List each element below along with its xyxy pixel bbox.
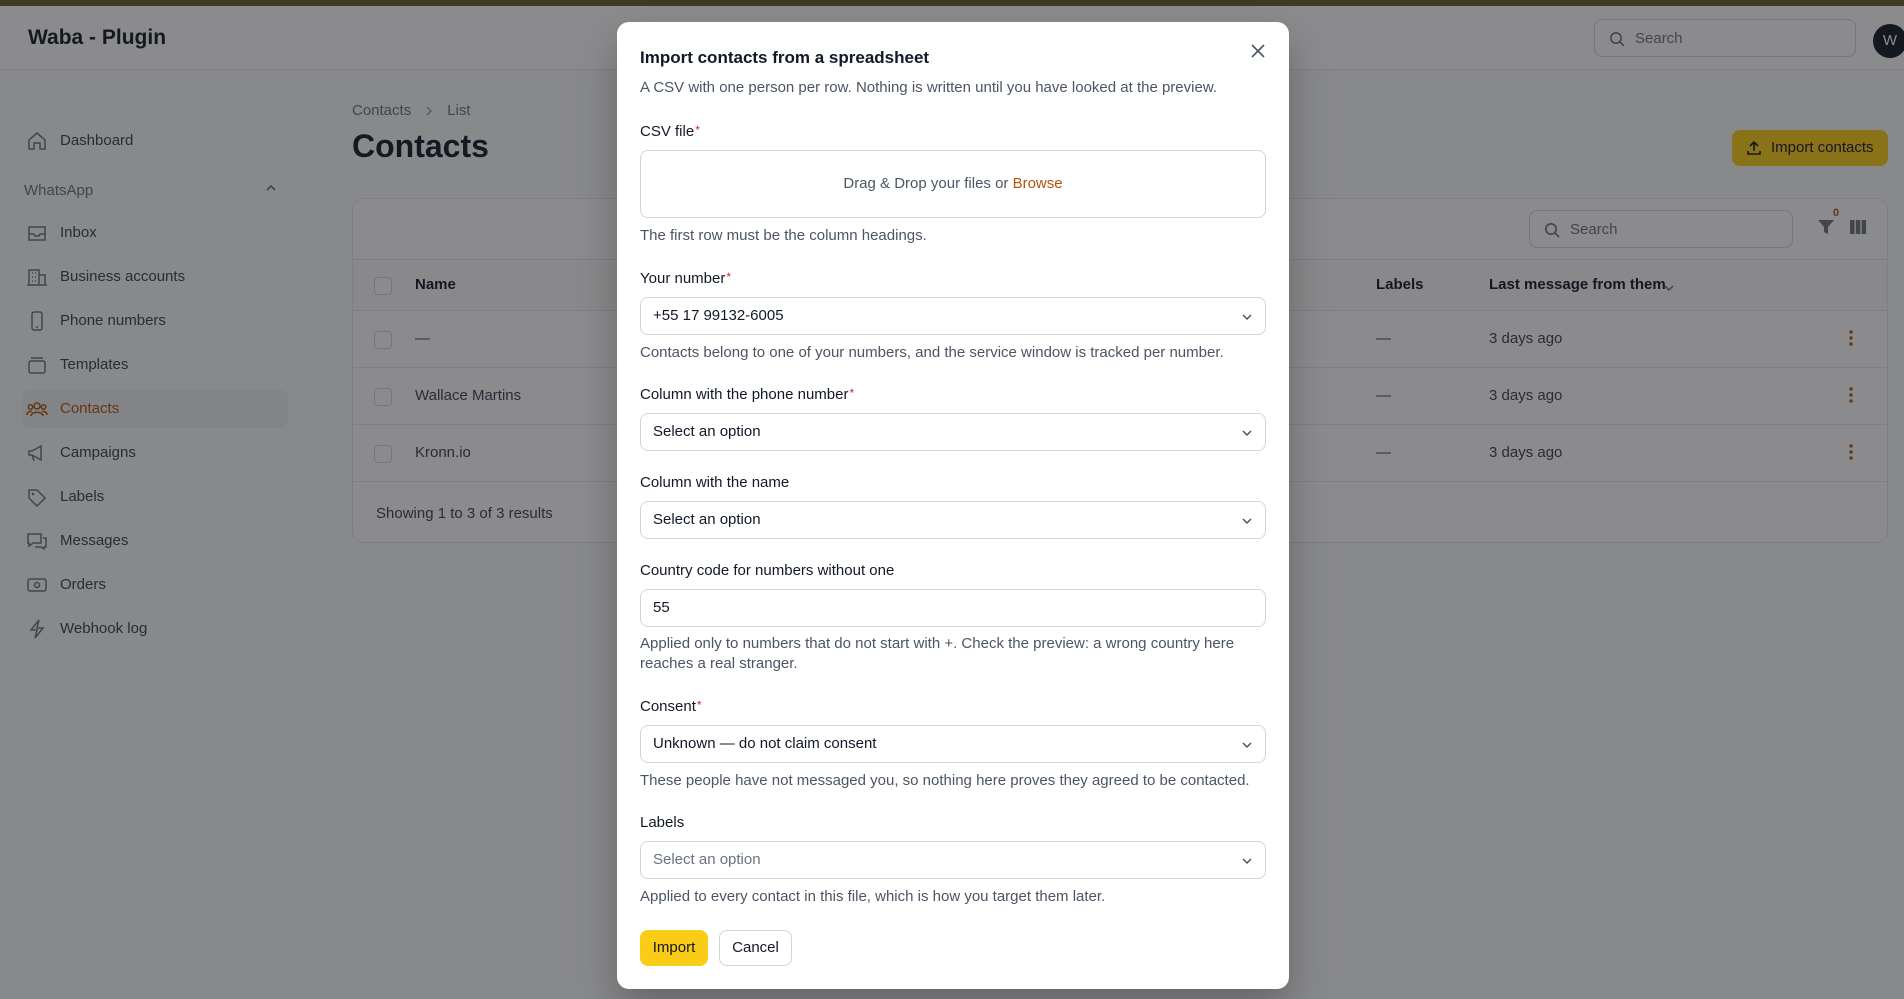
required-mark: * [695,123,700,137]
chevron-down-icon [1242,314,1252,321]
labels-placeholder: Select an option [653,851,761,868]
dropzone-text: Drag & Drop your files or [843,175,1009,192]
labels-hint: Applied to every contact in this file, w… [640,888,1106,905]
cancel-button[interactable]: Cancel [719,930,792,966]
your-number-label: Your number* [640,270,731,287]
import-contacts-modal: Import contacts from a spreadsheet A CSV… [617,22,1289,989]
labels-label: Labels [640,814,685,831]
csv-file-label-text: CSV file [640,123,695,140]
required-mark: * [726,270,732,284]
close-icon[interactable] [1249,42,1267,60]
your-number-value: +55 17 99132-6005 [653,307,784,324]
name-column-label: Column with the name [640,474,790,491]
consent-label: Consent* [640,698,702,715]
country-code-hint: Applied only to numbers that do not star… [640,635,1235,672]
csv-hint: The first row must be the column heading… [640,227,927,244]
country-code-label: Country code for numbers without one [640,562,895,579]
consent-hint: These people have not messaged you, so n… [640,772,1250,789]
phone-column-label: Column with the phone number* [640,386,854,403]
phone-column-label-text: Column with the phone number [640,386,849,403]
modal-description: A CSV with one person per row. Nothing i… [640,79,1217,96]
your-number-hint: Contacts belong to one of your numbers, … [640,344,1224,361]
modal-title: Import contacts from a spreadsheet [640,48,930,67]
name-column-value: Select an option [653,511,761,528]
your-number-select[interactable]: +55 17 99132-6005 [640,297,1266,335]
csv-file-dropzone[interactable]: Drag & Drop your files or Browse [640,150,1266,218]
chevron-down-icon [1242,518,1252,525]
required-mark: * [849,386,855,400]
import-button[interactable]: Import [640,930,708,966]
consent-select[interactable]: Unknown — do not claim consent [640,725,1266,763]
country-code-value: 55 [653,599,670,616]
your-number-label-text: Your number [640,270,726,287]
chevron-down-icon [1242,858,1252,865]
required-mark: * [696,698,702,712]
chevron-down-icon [1242,430,1252,437]
browse-link[interactable]: Browse [1013,175,1063,192]
csv-file-label: CSV file* [640,123,700,140]
country-code-input[interactable]: 55 [640,589,1266,627]
consent-value: Unknown — do not claim consent [653,735,877,752]
phone-column-value: Select an option [653,423,761,440]
phone-column-select[interactable]: Select an option [640,413,1266,451]
chevron-down-icon [1242,742,1252,749]
consent-label-text: Consent [640,698,696,715]
labels-select[interactable]: Select an option [640,841,1266,879]
name-column-select[interactable]: Select an option [640,501,1266,539]
